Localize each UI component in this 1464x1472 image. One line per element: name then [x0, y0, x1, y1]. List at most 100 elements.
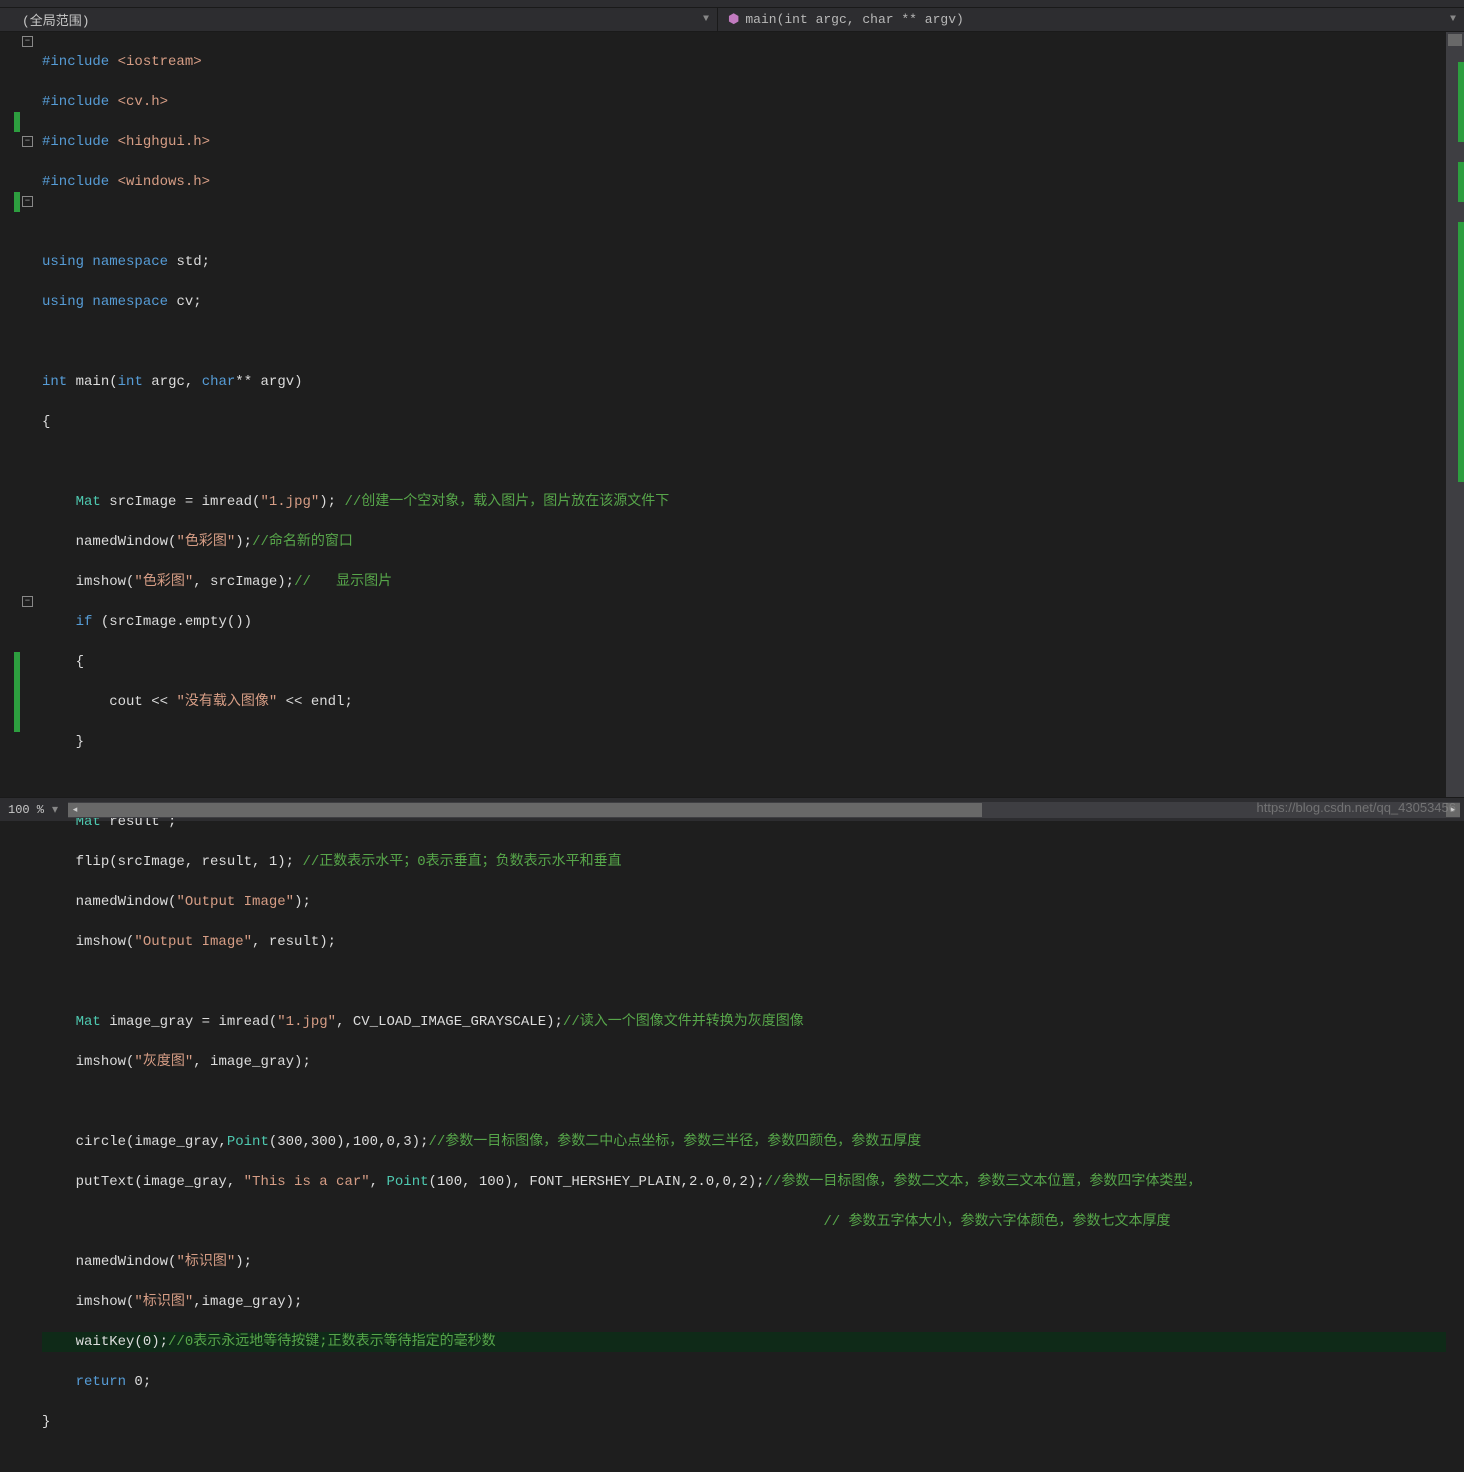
code-text: ); — [319, 494, 336, 510]
code-text: (300,300),100,0,3); — [269, 1134, 429, 1150]
code-text: { — [42, 414, 50, 430]
watermark: https://blog.csdn.net/qq_43053456 — [1257, 800, 1457, 815]
fold-toggle[interactable]: − — [22, 596, 33, 607]
function-dropdown[interactable]: ⬢ main(int argc, char ** argv) ▼ — [718, 8, 1464, 31]
code-text: "1.jpg" — [277, 1014, 336, 1030]
code-text: imshow( — [76, 934, 135, 950]
code-text: cv — [176, 294, 193, 310]
code-text: << endl; — [277, 694, 353, 710]
code-text: using — [42, 254, 84, 270]
code-text: Mat — [76, 1014, 101, 1030]
code-text: imshow( — [76, 1054, 135, 1070]
code-text: "灰度图" — [134, 1054, 193, 1070]
code-text: "标识图" — [134, 1294, 193, 1310]
code-text: int — [42, 374, 67, 390]
code-text: main — [76, 374, 110, 390]
code-text: //0表示永远地等待按键;正数表示等待指定的毫秒数 — [168, 1334, 496, 1350]
code-text: , srcImage); — [193, 574, 294, 590]
code-text: image_gray = imread( — [101, 1014, 277, 1030]
code-text: int — [118, 374, 143, 390]
code-text: circle(image_gray, — [76, 1134, 227, 1150]
code-text: 0; — [126, 1374, 151, 1390]
code-text: <windows.h> — [118, 174, 210, 190]
code-text: cout << — [76, 694, 177, 710]
chevron-down-icon: ▼ — [703, 14, 709, 25]
code-text: if — [76, 614, 93, 630]
scope-dropdown[interactable]: (全局范围) ▼ — [0, 8, 718, 31]
code-text: namespace — [92, 294, 168, 310]
code-text: , image_gray); — [193, 1054, 311, 1070]
overview-ruler — [1458, 32, 1464, 797]
code-text: ; — [193, 294, 201, 310]
code-text: Mat — [76, 494, 101, 510]
scroll-thumb[interactable] — [82, 803, 982, 817]
code-text: srcImage = imread( — [101, 494, 261, 510]
scroll-left-icon[interactable]: ◂ — [68, 803, 82, 817]
code-text: // 显示图片 — [294, 574, 392, 590]
code-text: argv — [261, 374, 295, 390]
code-text: "标识图" — [176, 1254, 235, 1270]
code-text: , result); — [252, 934, 336, 950]
tabs-bar — [0, 0, 1464, 8]
code-text: //参数一目标图像，参数二文本，参数三文本位置，参数四字体类型， — [765, 1174, 1202, 1190]
function-icon: ⬢ — [728, 12, 739, 27]
code-text: { — [76, 654, 84, 670]
code-text: ** — [235, 374, 252, 390]
code-text: flip(srcImage, result, 1); — [76, 854, 294, 870]
code-text: return — [76, 1374, 126, 1390]
code-text: "没有载入图像" — [176, 694, 277, 710]
chevron-down-icon: ▼ — [1450, 14, 1456, 25]
code-text: namedWindow( — [76, 1254, 177, 1270]
code-text: , — [185, 374, 202, 390]
code-text: //正数表示水平；0表示垂直；负数表示水平和垂直 — [294, 854, 622, 870]
code-text: //参数一目标图像，参数二中心点坐标，参数三半径，参数四颜色，参数五厚度 — [429, 1134, 922, 1150]
code-text: imshow( — [76, 1294, 135, 1310]
code-text: , CV_LOAD_IMAGE_GRAYSCALE); — [336, 1014, 563, 1030]
vertical-scrollbar[interactable] — [1446, 32, 1464, 797]
code-text: namedWindow( — [76, 534, 177, 550]
code-text: ,image_gray); — [193, 1294, 302, 1310]
code-text: waitKey(0); — [76, 1334, 168, 1350]
change-margin — [0, 32, 20, 797]
code-text: "色彩图" — [176, 534, 235, 550]
code-text: #include — [42, 174, 109, 190]
code-text: #include — [42, 134, 109, 150]
fold-gutter: − − − − — [20, 32, 42, 797]
code-text: putText(image_gray, — [76, 1174, 244, 1190]
code-text: "Output Image" — [176, 894, 294, 910]
function-label: main(int argc, char ** argv) — [745, 12, 963, 27]
code-text: } — [76, 734, 84, 750]
code-text: } — [42, 1414, 50, 1430]
code-text: argc — [151, 374, 185, 390]
code-text: //读入一个图像文件并转换为灰度图像 — [563, 1014, 804, 1030]
code-editor[interactable]: #include <iostream> #include <cv.h> #inc… — [42, 32, 1446, 797]
fold-toggle[interactable]: − — [22, 136, 33, 147]
code-text: namedWindow( — [76, 894, 177, 910]
code-text: ); — [235, 1254, 252, 1270]
code-text: ); — [235, 534, 252, 550]
code-text: "Output Image" — [134, 934, 252, 950]
code-text: namespace — [92, 254, 168, 270]
code-text: //命名新的窗口 — [252, 534, 353, 550]
scope-label: (全局范围) — [22, 10, 90, 29]
code-text: "色彩图" — [134, 574, 193, 590]
code-text: "1.jpg" — [260, 494, 319, 510]
navigation-bar: (全局范围) ▼ ⬢ main(int argc, char ** argv) … — [0, 8, 1464, 32]
code-text: #include — [42, 54, 109, 70]
code-text: (100, 100), FONT_HERSHEY_PLAIN,2.0,0,2); — [429, 1174, 765, 1190]
fold-toggle[interactable]: − — [22, 36, 33, 47]
code-text: ; — [202, 254, 210, 270]
code-text: "This is a car" — [244, 1174, 370, 1190]
code-text: using — [42, 294, 84, 310]
code-text: char — [202, 374, 236, 390]
fold-toggle[interactable]: − — [22, 196, 33, 207]
code-text: //创建一个空对象，载入图片，图片放在该源文件下 — [336, 494, 669, 510]
code-text: <iostream> — [118, 54, 202, 70]
code-text: (srcImage.empty()) — [92, 614, 252, 630]
status-bar: 100 % ▾ ◂ ▸ — [0, 797, 1464, 821]
code-text: , — [370, 1174, 387, 1190]
code-text: Point — [386, 1174, 428, 1190]
code-text: imshow( — [76, 574, 135, 590]
code-text: <cv.h> — [118, 94, 168, 110]
horizontal-scrollbar[interactable]: ◂ ▸ — [68, 802, 1460, 818]
